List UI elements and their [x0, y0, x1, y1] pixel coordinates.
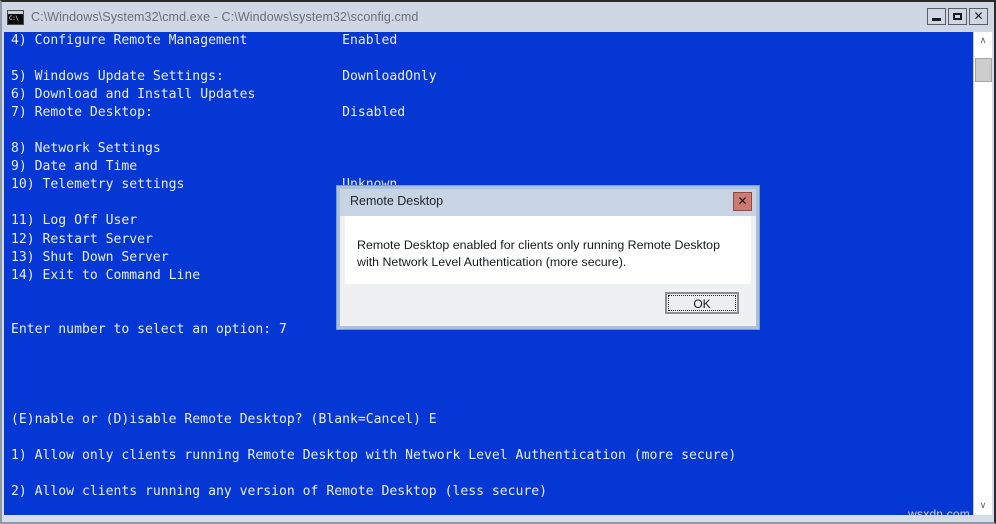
- window-controls: ✕: [927, 8, 988, 25]
- dialog-titlebar[interactable]: Remote Desktop ✕: [340, 189, 756, 216]
- remote-desktop-dialog: Remote Desktop ✕ Remote Desktop enabled …: [336, 185, 760, 330]
- watermark: wsxdn.com: [908, 507, 970, 521]
- close-icon[interactable]: ✕: [969, 8, 988, 25]
- scrollbar-thumb[interactable]: [975, 58, 992, 82]
- dialog-title: Remote Desktop: [350, 194, 444, 208]
- window-titlebar[interactable]: C:\Windows\System32\cmd.exe - C:\Windows…: [2, 2, 994, 32]
- scroll-down-icon[interactable]: ∨: [974, 497, 992, 515]
- scroll-up-icon[interactable]: ∧: [974, 32, 992, 50]
- ok-button-label: OK: [668, 295, 736, 311]
- dialog-inner: Remote Desktop ✕ Remote Desktop enabled …: [340, 189, 756, 326]
- vertical-scrollbar[interactable]: ∧ ∨: [973, 32, 992, 515]
- maximize-button[interactable]: [948, 8, 967, 25]
- dialog-message-text: Remote Desktop enabled for clients only …: [357, 238, 720, 269]
- cmd-console-icon: [7, 9, 24, 25]
- dialog-button-bar: OK: [345, 284, 751, 322]
- window-title: C:\Windows\System32\cmd.exe - C:\Windows…: [31, 10, 419, 24]
- dialog-message-area: Remote Desktop enabled for clients only …: [345, 216, 751, 284]
- ok-button[interactable]: OK: [665, 292, 739, 314]
- cmd-console-window: C:\Windows\System32\cmd.exe - C:\Windows…: [0, 0, 996, 524]
- dialog-close-icon[interactable]: ✕: [733, 192, 752, 211]
- minimize-button[interactable]: [927, 8, 946, 25]
